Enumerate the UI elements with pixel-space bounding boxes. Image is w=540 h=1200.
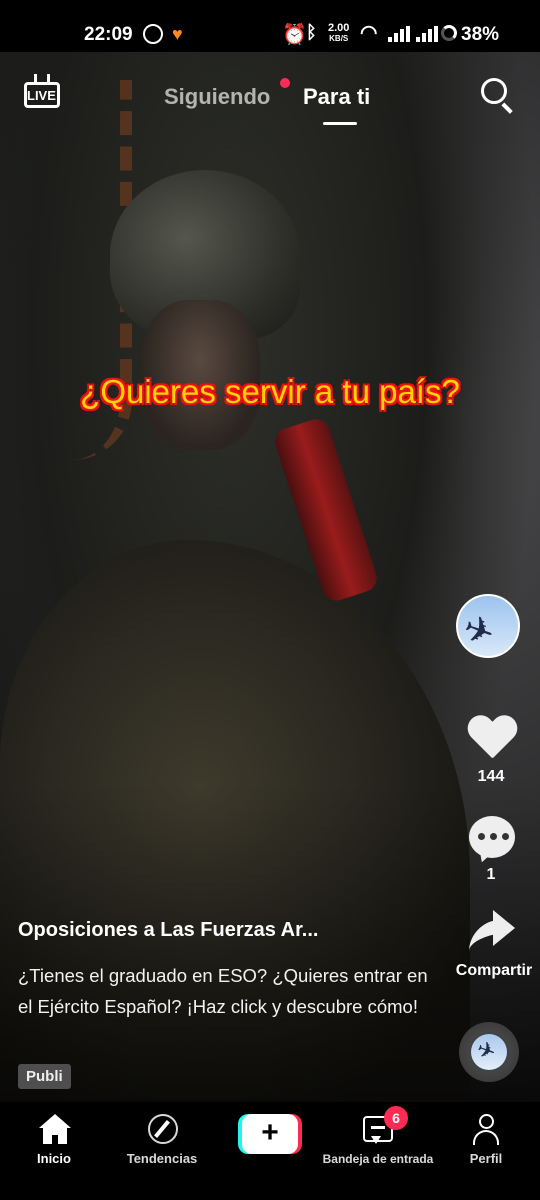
nav-home-label: Inicio: [37, 1151, 71, 1166]
nav-home[interactable]: Inicio: [4, 1102, 104, 1200]
battery-icon: [441, 25, 457, 41]
tab-for-you[interactable]: Para ti: [303, 84, 370, 110]
video-overlay-text: ¿Quieres servir a tu país?: [80, 373, 460, 410]
share-icon-head: [493, 910, 515, 946]
sponsored-badge: Publi: [18, 1064, 71, 1089]
battery-percent: 38%: [461, 24, 500, 45]
ad-title[interactable]: Oposiciones a Las Fuerzas Ar...: [18, 919, 438, 942]
profile-icon: [471, 1114, 501, 1146]
network-speed-value: 2.00: [328, 22, 350, 34]
create-button[interactable]: +: [238, 1114, 302, 1154]
tab-following[interactable]: Siguiendo: [164, 84, 270, 110]
network-speed-unit: KB/S: [329, 34, 349, 43]
like-count: 144: [477, 768, 505, 785]
share-label: Compartir: [455, 962, 533, 979]
search-icon: [481, 78, 507, 104]
nav-profile[interactable]: Perfil: [436, 1102, 536, 1200]
app-notification-icon: ♥: [172, 24, 183, 44]
bottom-nav: Inicio Tendencias + 6 Bandeja de entrada…: [0, 1102, 540, 1200]
sound-disc-art: ✈: [471, 1034, 507, 1070]
status-bar: 22:09 ♥ ⏰ ᛒ 2.00 KB/S ◠ 38%: [0, 0, 540, 52]
wifi-icon: ◠: [360, 22, 378, 44]
compass-icon: [148, 1114, 178, 1144]
bluetooth-icon: ᛒ: [306, 22, 317, 42]
active-tab-indicator: [323, 122, 357, 125]
nav-inbox[interactable]: 6 Bandeja de entrada: [323, 1102, 433, 1200]
create-plus-icon: +: [242, 1114, 298, 1154]
advertiser-avatar[interactable]: ✈: [456, 594, 520, 658]
whatsapp-icon: [143, 24, 163, 44]
live-button[interactable]: LIVE: [24, 74, 62, 114]
airplane-icon: ✈: [473, 1035, 500, 1066]
alarm-icon: ⏰: [282, 24, 307, 46]
new-content-dot: [280, 78, 290, 88]
nav-trending-label: Tendencias: [126, 1151, 198, 1166]
network-speed: 2.00 KB/S: [328, 23, 349, 44]
nav-inbox-label: Bandeja de entrada: [322, 1152, 434, 1166]
top-nav: LIVE Siguiendo Para ti: [0, 52, 540, 142]
search-button[interactable]: [481, 78, 515, 114]
search-icon-handle: [501, 102, 513, 114]
heart-icon: [467, 716, 517, 762]
sound-disc[interactable]: ✈: [459, 1022, 519, 1082]
inbox-badge: 6: [384, 1106, 408, 1130]
share-icon: [469, 910, 515, 951]
live-label: LIVE: [27, 88, 56, 103]
comment-count: 1: [486, 866, 496, 883]
home-icon: [38, 1114, 72, 1144]
nav-profile-label: Perfil: [469, 1151, 503, 1166]
comment-icon: [469, 816, 515, 865]
comment-icon-dots: [478, 833, 509, 840]
status-time: 22:09: [84, 24, 133, 45]
signal-icon: [388, 26, 410, 42]
signal-icon: [416, 26, 438, 42]
nav-trending[interactable]: Tendencias: [112, 1102, 212, 1200]
ad-description: ¿Tienes el graduado en ESO? ¿Quieres ent…: [18, 965, 428, 1017]
